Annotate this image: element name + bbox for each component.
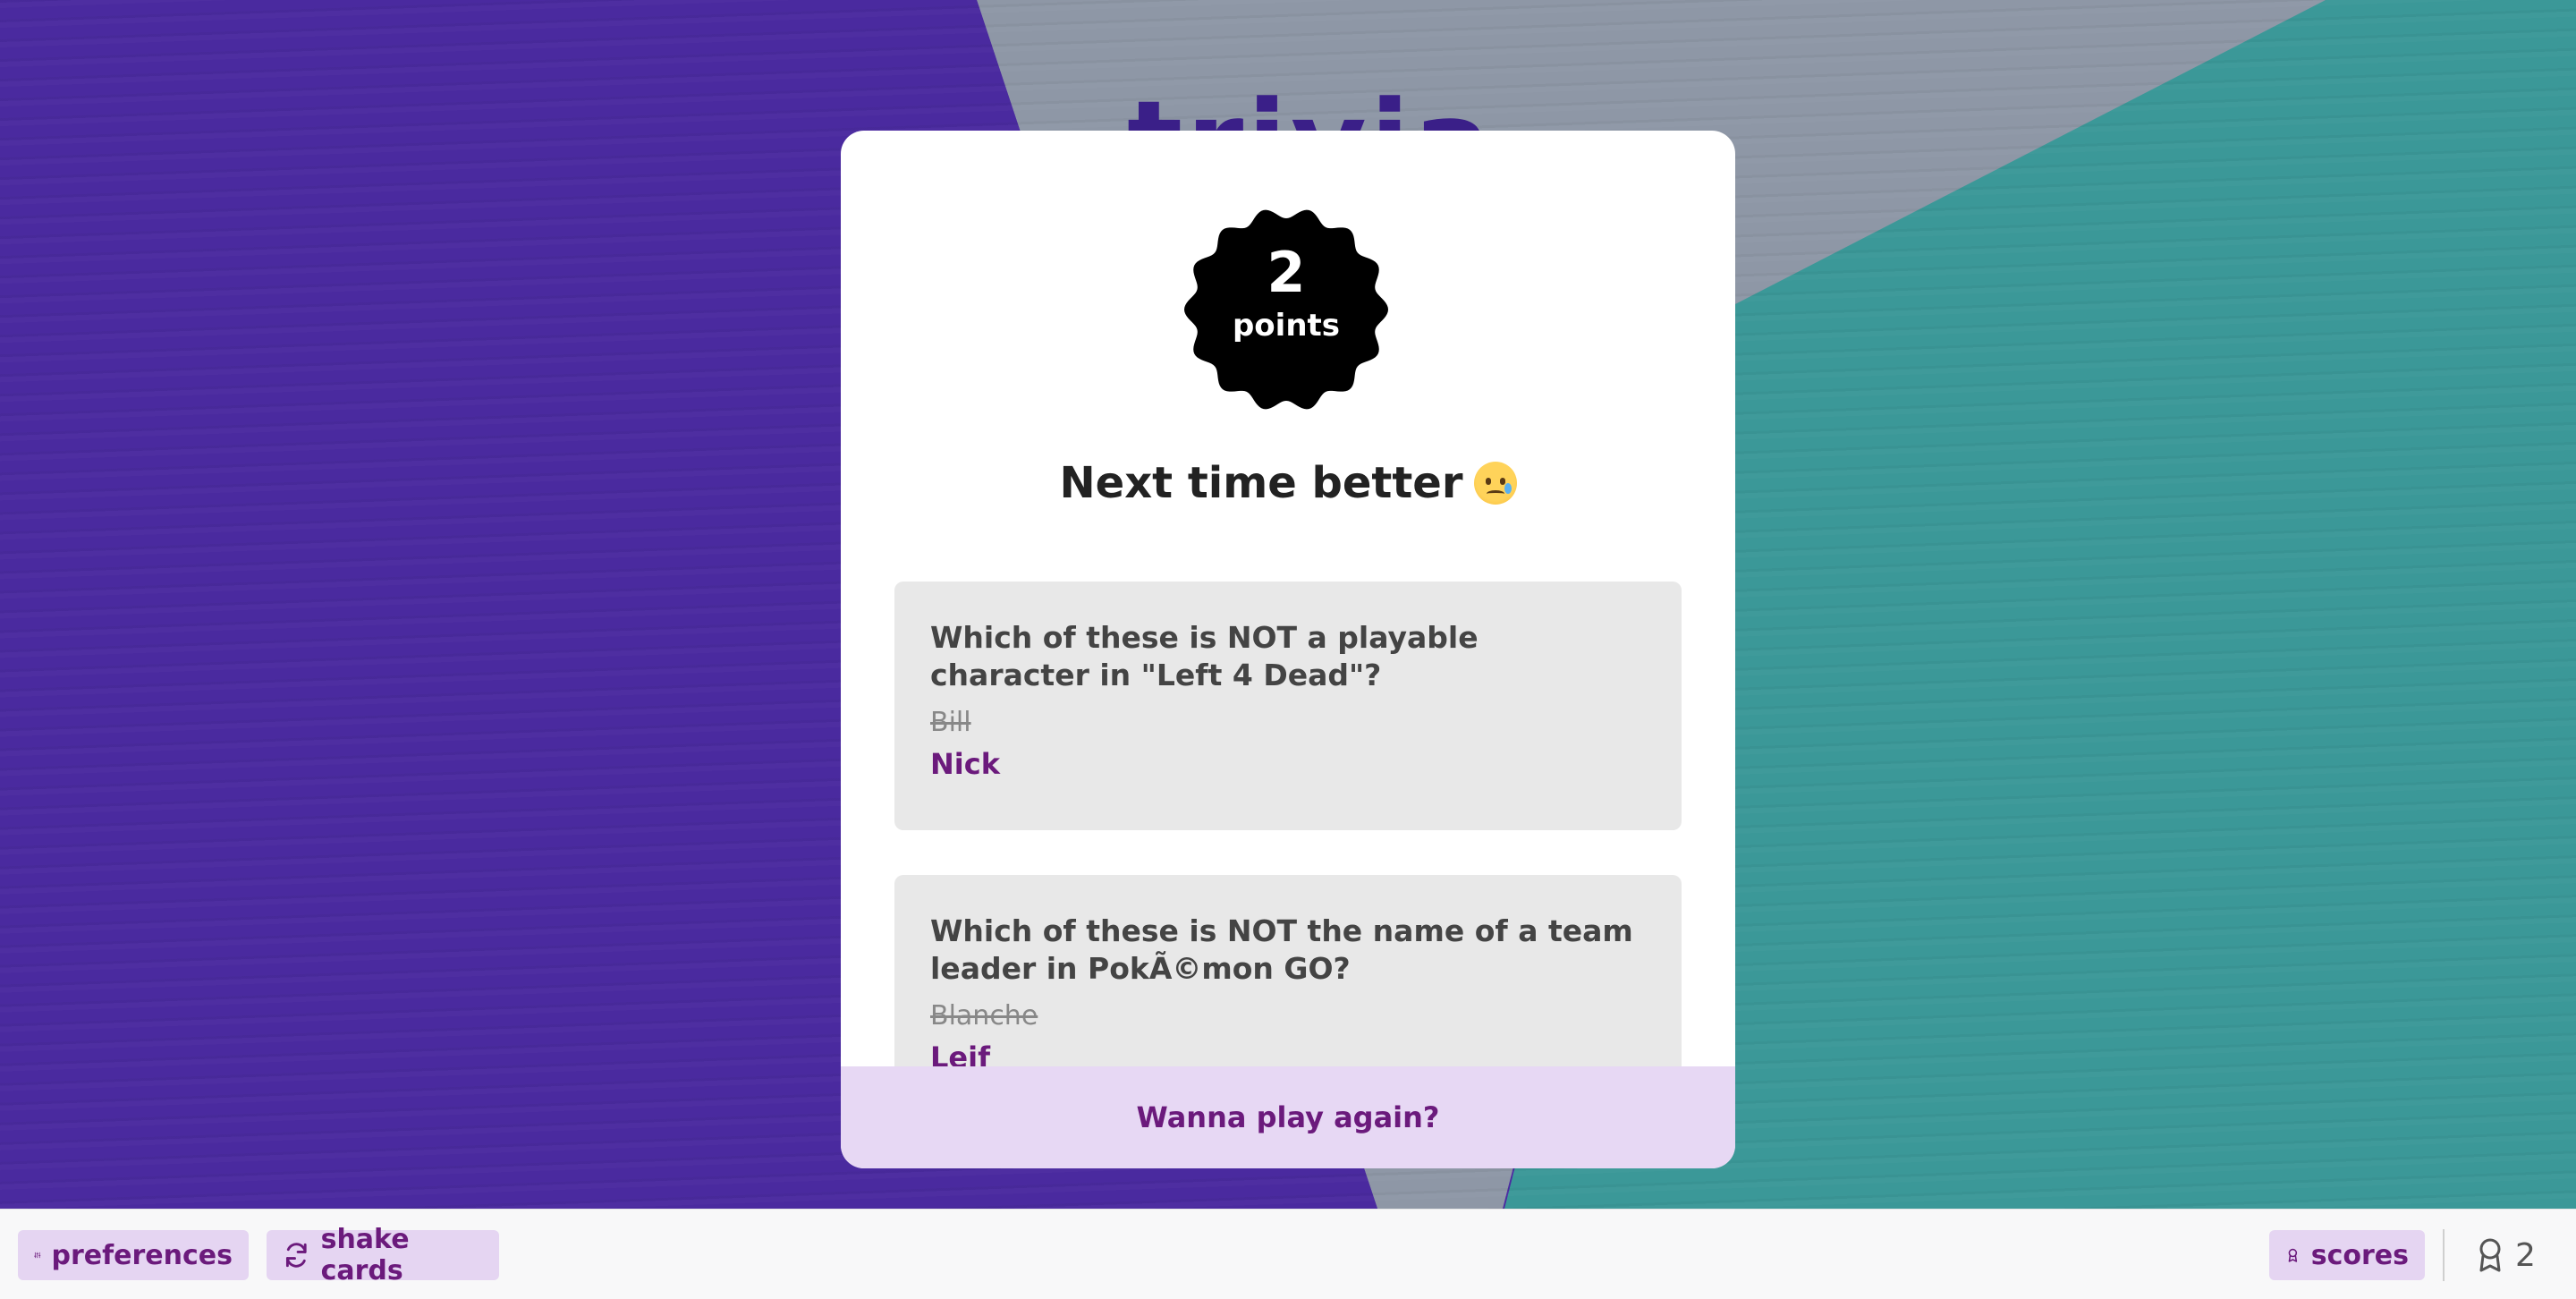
award-icon — [2288, 1248, 2298, 1262]
sliders-icon — [34, 1252, 41, 1259]
result-card-scroll-area[interactable]: 2 points Next time better Which of these… — [841, 131, 1735, 1066]
play-again-button[interactable]: Wanna play again? — [841, 1066, 1735, 1168]
shake-cards-label: shake cards — [320, 1224, 410, 1286]
preferences-label: preferences — [51, 1239, 233, 1271]
correct-answer: Leif — [930, 1040, 990, 1066]
result-message-text: Next time better — [1059, 458, 1463, 508]
selected-wrong-answer: Blanche — [930, 1000, 1038, 1032]
toolbar-divider — [2443, 1229, 2445, 1281]
question-text: Which of these is NOT a playable charact… — [930, 620, 1479, 692]
question-review-list: Which of these is NOT a playable charact… — [894, 582, 1682, 1066]
refresh-icon — [285, 1243, 307, 1268]
bottom-toolbar: preferences shake cards scores 2 — [0, 1209, 2576, 1299]
points-value: 2 — [1267, 240, 1306, 305]
correct-answer: Nick — [930, 747, 1000, 781]
scores-button[interactable]: scores — [2269, 1230, 2425, 1280]
scores-label: scores — [2310, 1239, 2409, 1271]
question-text: Which of these is NOT the name of a team… — [930, 913, 1633, 986]
score-count: 2 — [2474, 1230, 2536, 1280]
preferences-button[interactable]: preferences — [18, 1230, 249, 1280]
points-badge: 2 points — [1179, 202, 1394, 417]
question-review-item: Which of these is NOT a playable charact… — [894, 582, 1682, 830]
award-outline-icon — [2479, 1238, 2501, 1272]
shake-cards-button[interactable]: shake cards — [267, 1224, 499, 1286]
points-label: points — [1232, 308, 1341, 344]
score-count-value: 2 — [2515, 1236, 2536, 1274]
result-message: Next time better — [841, 458, 1735, 508]
question-review-item: Which of these is NOT the name of a team… — [894, 875, 1682, 1066]
selected-wrong-answer: Bill — [930, 707, 971, 738]
result-card: 2 points Next time better Which of these… — [841, 131, 1735, 1168]
sad-face-icon — [1473, 462, 1517, 505]
